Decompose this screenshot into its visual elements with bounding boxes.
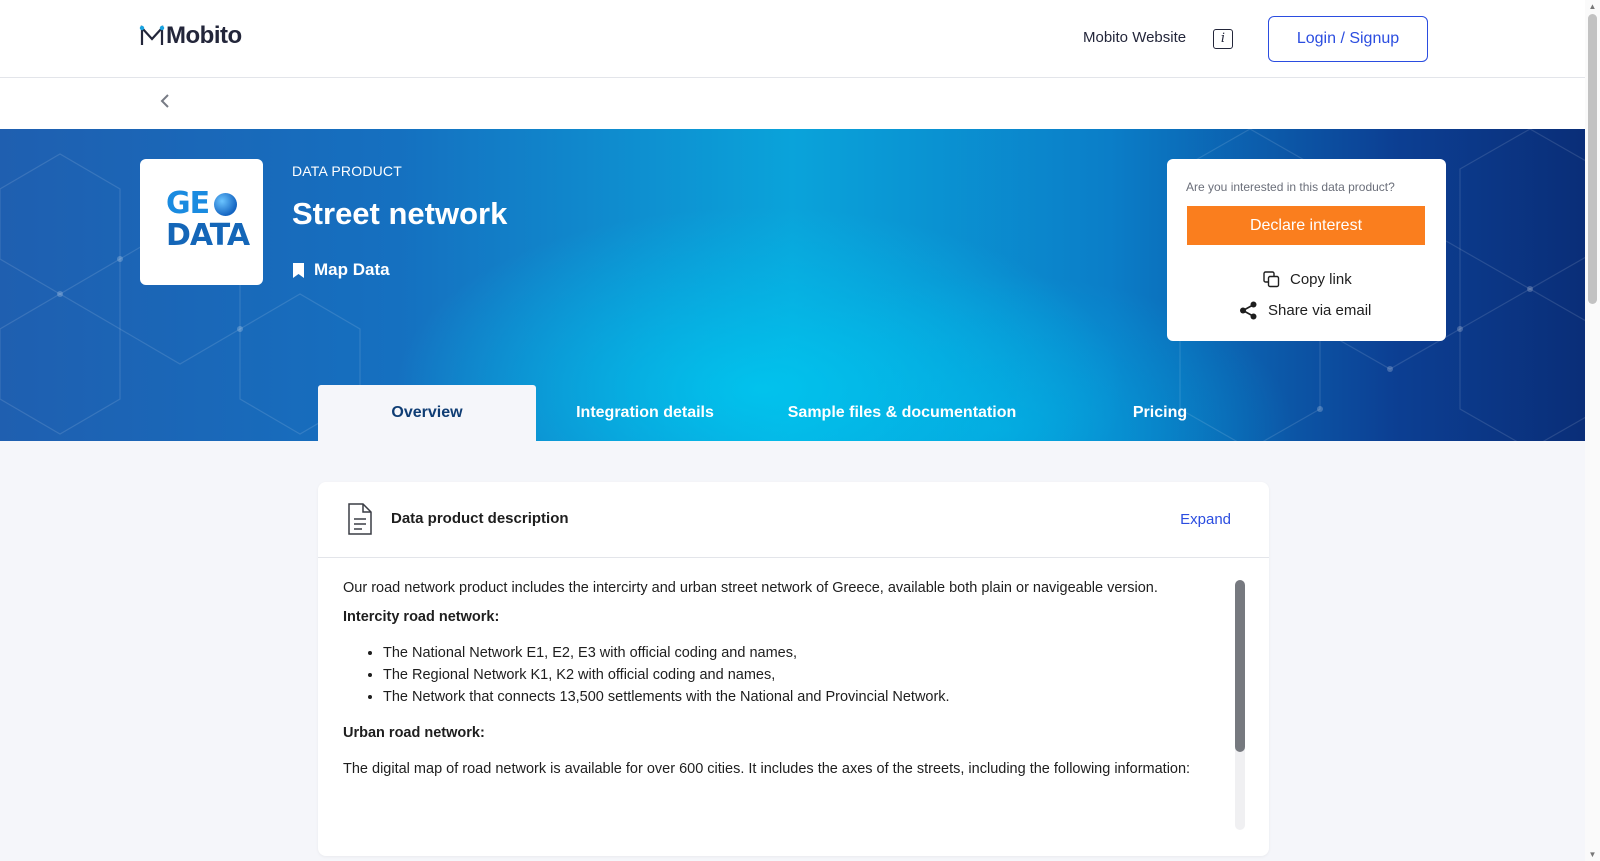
tab-sample-files-documentation[interactable]: Sample files & documentation [764,385,1040,441]
copy-link-label: Copy link [1290,271,1352,288]
share-icon [1240,301,1257,320]
logo-line-data: DATA [166,218,250,253]
list-item: The Regional Network K1, K2 with officia… [383,664,1213,686]
document-icon [348,503,372,535]
description-card: Data product description Expand Our road… [318,482,1269,856]
product-type-label: DATA PRODUCT [292,163,402,179]
mobito-logo[interactable]: Mobito [139,22,242,50]
top-navigation-bar: Mobito Mobito Website i Login / Signup [0,0,1585,78]
description-title: Data product description [391,510,569,527]
product-category[interactable]: Map Data [293,260,390,280]
description-card-header: Data product description Expand [318,482,1269,558]
logo-text: Mobito [166,22,242,49]
share-via-email-label: Share via email [1268,302,1372,319]
urban-heading: Urban road network: [343,725,485,741]
product-category-label: Map Data [314,260,390,279]
login-signup-button[interactable]: Login / Signup [1268,16,1428,62]
mobito-website-link[interactable]: Mobito Website [1083,29,1186,46]
intercity-heading: Intercity road network: [343,609,500,625]
tab-overview[interactable]: Overview [318,385,536,441]
tab-integration-details[interactable]: Integration details [536,385,754,441]
description-scrollbar-thumb[interactable] [1235,580,1245,752]
list-item: The National Network E1, E2, E3 with off… [383,642,1213,664]
expand-link[interactable]: Expand [1180,511,1231,528]
mobito-logo-mark-icon [139,25,165,45]
declare-interest-button[interactable]: Declare interest [1187,206,1425,245]
chevron-left-icon[interactable] [158,94,172,108]
page-title: Street network [292,196,508,231]
share-via-email-button[interactable]: Share via email [1239,301,1371,320]
urban-text: The digital map of road network is avail… [343,761,1191,777]
globe-icon [214,193,237,216]
description-body: Our road network product includes the in… [343,577,1213,787]
description-intro: Our road network product includes the in… [343,580,1158,596]
copy-icon [1263,271,1280,288]
bookmark-icon [293,262,304,278]
interest-question: Are you interested in this data product? [1186,180,1395,194]
scroll-up-arrow-icon[interactable]: ▲ [1588,2,1597,11]
window-scrollbar-thumb[interactable] [1588,14,1597,304]
back-navigation-bar [0,78,1585,129]
intercity-list: The National Network E1, E2, E3 with off… [383,642,1213,708]
copy-link-button[interactable]: Copy link [1263,271,1352,288]
scroll-down-arrow-icon[interactable]: ▼ [1588,850,1597,859]
list-item: The Network that connects 13,500 settlem… [383,686,1213,708]
tab-pricing[interactable]: Pricing [1100,385,1220,441]
info-icon[interactable]: i [1213,29,1233,49]
